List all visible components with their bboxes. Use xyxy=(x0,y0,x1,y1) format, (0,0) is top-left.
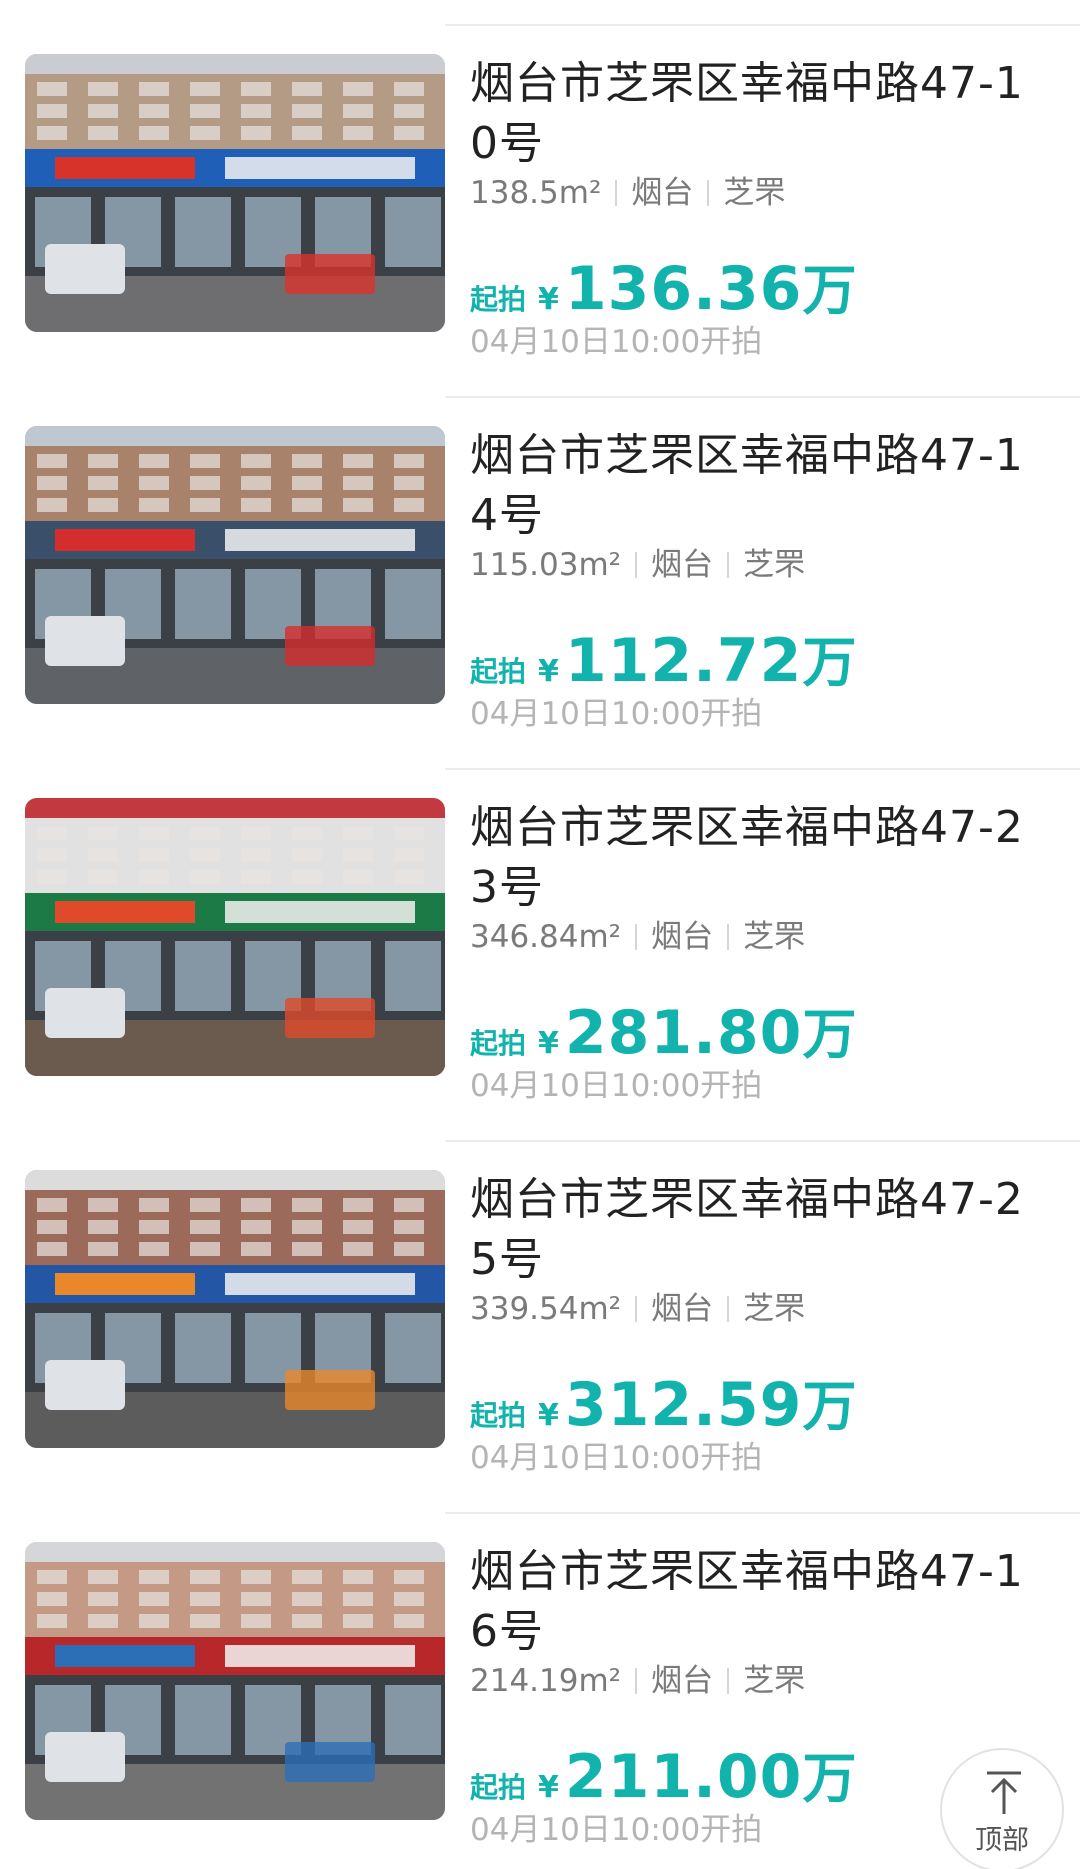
price-amount: 281.80 xyxy=(564,998,803,1068)
auction-start-time: 04月10日10:00开拍 xyxy=(470,1812,763,1848)
auction-listing-page: 烟台市芝罘区幸福中路47-10号 138.5m² 烟台 芝罘 起拍 ¥ 136.… xyxy=(0,0,1080,1869)
price-prefix: 起拍 xyxy=(470,1399,527,1432)
currency-symbol: ¥ xyxy=(538,282,559,317)
price-amount: 312.59 xyxy=(564,1370,803,1440)
listing-city: 烟台 xyxy=(651,919,714,955)
currency-symbol: ¥ xyxy=(538,1770,559,1805)
listing-photo[interactable] xyxy=(25,1542,445,1820)
listing-district: 芝罘 xyxy=(743,1291,806,1327)
back-to-top-label: 顶部 xyxy=(975,1825,1029,1856)
meta-separator xyxy=(635,924,638,950)
starting-price: 起拍 ¥ 281.80 万 xyxy=(470,990,856,1068)
price-prefix: 起拍 xyxy=(470,655,527,688)
meta-separator xyxy=(635,1668,638,1694)
currency-symbol: ¥ xyxy=(538,1026,559,1061)
price-amount: 211.00 xyxy=(564,1742,803,1812)
listing-area: 346.84m² xyxy=(470,919,622,955)
listing-photo[interactable] xyxy=(25,426,445,704)
listing-city: 烟台 xyxy=(651,1291,714,1327)
listing-meta: 115.03m² 烟台 芝罘 xyxy=(470,545,805,585)
meta-separator xyxy=(635,552,638,578)
listing-title: 烟台市芝罘区幸福中路47-16号 xyxy=(470,1546,1024,1657)
listing-area: 138.5m² xyxy=(470,175,602,211)
auction-start-time: 04月10日10:00开拍 xyxy=(470,1068,763,1104)
listing-district: 芝罘 xyxy=(743,1663,806,1699)
listing-title: 烟台市芝罘区幸福中路47-10号 xyxy=(470,58,1024,169)
meta-separator xyxy=(727,924,730,950)
listing-card[interactable]: 烟台市芝罘区幸福中路47-25号 339.54m² 烟台 芝罘 起拍 ¥ 312… xyxy=(0,1142,1080,1514)
meta-separator xyxy=(707,180,710,206)
price-amount: 136.36 xyxy=(564,254,803,324)
currency-symbol: ¥ xyxy=(538,654,559,689)
listing-photo[interactable] xyxy=(25,798,445,1076)
price-unit: 万 xyxy=(802,1747,857,1810)
listing-card[interactable]: 烟台市芝罘区幸福中路47-14号 115.03m² 烟台 芝罘 起拍 ¥ 112… xyxy=(0,398,1080,770)
listing-city: 烟台 xyxy=(631,175,694,211)
price-unit: 万 xyxy=(802,1375,857,1438)
auction-start-time: 04月10日10:00开拍 xyxy=(470,696,763,732)
meta-separator xyxy=(727,1668,730,1694)
listing-meta: 339.54m² 烟台 芝罘 xyxy=(470,1289,805,1329)
listing-city: 烟台 xyxy=(651,547,714,583)
auction-start-time: 04月10日10:00开拍 xyxy=(470,1440,763,1476)
listing-district: 芝罘 xyxy=(743,919,806,955)
listing-meta: 214.19m² 烟台 芝罘 xyxy=(470,1661,805,1701)
starting-price: 起拍 ¥ 112.72 万 xyxy=(470,618,856,696)
listing-area: 214.19m² xyxy=(470,1663,622,1699)
price-unit: 万 xyxy=(802,631,857,694)
listing-area: 339.54m² xyxy=(470,1291,622,1327)
listing-photo[interactable] xyxy=(25,1170,445,1448)
starting-price: 起拍 ¥ 136.36 万 xyxy=(470,246,856,324)
listing-meta: 346.84m² 烟台 芝罘 xyxy=(470,917,805,957)
meta-separator xyxy=(615,180,618,206)
arrow-up-icon xyxy=(987,1771,1021,1814)
price-prefix: 起拍 xyxy=(470,1027,527,1060)
listing-area: 115.03m² xyxy=(470,547,622,583)
back-to-top-button[interactable]: 顶部 xyxy=(940,1748,1064,1869)
listing-district: 芝罘 xyxy=(743,547,806,583)
meta-separator xyxy=(727,552,730,578)
currency-symbol: ¥ xyxy=(538,1398,559,1433)
meta-separator xyxy=(635,1296,638,1322)
auction-start-time: 04月10日10:00开拍 xyxy=(470,324,763,360)
price-prefix: 起拍 xyxy=(470,283,527,316)
listing-title: 烟台市芝罘区幸福中路47-23号 xyxy=(470,802,1024,913)
price-prefix: 起拍 xyxy=(470,1771,527,1804)
price-unit: 万 xyxy=(802,1003,857,1066)
listing-city: 烟台 xyxy=(651,1663,714,1699)
price-unit: 万 xyxy=(802,259,857,322)
listing-title: 烟台市芝罘区幸福中路47-14号 xyxy=(470,430,1024,541)
listing-card[interactable]: 烟台市芝罘区幸福中路47-10号 138.5m² 烟台 芝罘 起拍 ¥ 136.… xyxy=(0,26,1080,398)
listing-card[interactable]: 烟台市芝罘区幸福中路47-23号 346.84m² 烟台 芝罘 起拍 ¥ 281… xyxy=(0,770,1080,1142)
starting-price: 起拍 ¥ 312.59 万 xyxy=(470,1362,856,1440)
starting-price: 起拍 ¥ 211.00 万 xyxy=(470,1734,856,1812)
listing-district: 芝罘 xyxy=(723,175,786,211)
listing-meta: 138.5m² 烟台 芝罘 xyxy=(470,173,785,213)
listing-card[interactable]: 烟台市芝罘区幸福中路47-16号 214.19m² 烟台 芝罘 起拍 ¥ 211… xyxy=(0,1514,1080,1869)
meta-separator xyxy=(727,1296,730,1322)
listing-photo[interactable] xyxy=(25,54,445,332)
listing-title: 烟台市芝罘区幸福中路47-25号 xyxy=(470,1174,1024,1285)
price-amount: 112.72 xyxy=(564,626,803,696)
